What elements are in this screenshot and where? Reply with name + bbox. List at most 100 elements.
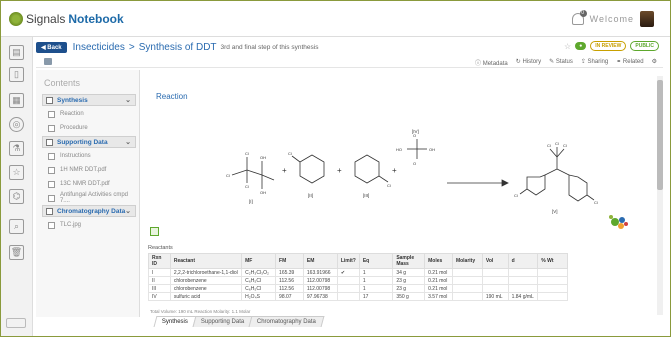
metadata-link[interactable]: ⓘ Metadata <box>475 58 508 67</box>
back-button[interactable]: ◀ Back <box>36 41 67 53</box>
section-supporting-data[interactable]: Supporting Data ⌄ <box>42 136 136 148</box>
pdf-icon <box>48 166 55 174</box>
status-link[interactable]: ✎ Status <box>549 58 573 67</box>
svg-text:OH: OH <box>429 147 435 152</box>
section-chromatography[interactable]: Chromatography Data ⌄ <box>42 205 136 217</box>
toggle-panel-icon[interactable] <box>44 58 52 65</box>
svg-text:Cl: Cl <box>547 143 551 148</box>
chevron-down-icon[interactable]: ⌄ <box>125 207 131 215</box>
reaction-totals: Total Volume: 190 mL Reaction Molarity: … <box>150 309 251 314</box>
item-instructions[interactable]: Instructions <box>48 151 91 161</box>
vertical-scrollbar[interactable] <box>657 76 663 315</box>
related-link[interactable]: ⚭ Related <box>616 58 643 67</box>
col-header[interactable]: MF <box>241 253 277 269</box>
favorite-star-icon[interactable]: ☆ <box>564 42 571 51</box>
svg-text:Cl: Cl <box>514 193 518 198</box>
search-icon[interactable]: ⌕ <box>9 219 24 234</box>
notification-count: 0 <box>579 10 587 17</box>
page-title: Synthesis of DDT <box>138 41 217 53</box>
tab-chromatography-data[interactable]: Chromatography Data <box>248 316 325 327</box>
table-row[interactable]: II chlorobenzene C₆H₅Cl 112.56 112.00798 1 23 … <box>148 276 568 285</box>
col-header[interactable]: Reactant <box>169 253 243 269</box>
section-synthesis[interactable]: Synthesis ⌄ <box>42 94 136 106</box>
breadcrumb-parent[interactable]: Insecticides <box>73 42 125 53</box>
svg-text:OH: OH <box>260 190 266 195</box>
item-procedure[interactable]: Procedure <box>48 123 88 133</box>
item-13c-nmr[interactable]: 13C NMR DDT.pdf <box>48 179 110 189</box>
col-header[interactable]: EM <box>302 253 338 269</box>
review-status-pill[interactable]: IN REVIEW <box>590 41 627 51</box>
table-header-row: Rxn ID Reactant MF FM EM Limit? Eq Sampl… <box>148 253 568 269</box>
structure-search-icon[interactable]: ⌬ <box>9 189 24 204</box>
molecule-cluster-icon[interactable] <box>607 212 631 232</box>
settings-gear-icon[interactable]: ⚙ <box>652 58 657 67</box>
limit-check-icon: ✔ <box>336 268 360 277</box>
chevron-down-icon[interactable]: ⌄ <box>125 96 131 104</box>
flask-icon[interactable]: ⚗ <box>9 141 24 156</box>
home-icon[interactable]: ▤ <box>9 45 24 60</box>
scrollbar-thumb[interactable] <box>657 80 663 190</box>
table-row[interactable]: III chlorobenzene C₆H₅Cl 112.56 112.00798 1 23… <box>148 284 568 293</box>
user-avatar[interactable] <box>640 11 654 27</box>
label-iv: [IV] <box>412 129 419 134</box>
col-header[interactable]: Molarity <box>451 253 483 269</box>
col-header[interactable]: Eq <box>358 253 394 269</box>
item-reaction[interactable]: Reaction <box>48 109 84 119</box>
reaction-scheme[interactable]: ClClCl OHOH ClCl OO HO OH Cl Cl Cl ClCl [I]… <box>212 125 632 245</box>
table-row[interactable]: IV sulfuric acid H₂O₄S 98.07 97.96738 17 350 g… <box>148 292 568 301</box>
svg-text:Cl: Cl <box>245 151 249 156</box>
tool-links: ⓘ Metadata ↻ History ✎ Status ⇪ Sharing … <box>475 58 657 67</box>
section-tabs: Synthesis Supporting Data Chromatography… <box>153 316 325 327</box>
item-tlc[interactable]: TLC.jpg <box>48 220 81 230</box>
trash-icon[interactable]: 🗑 <box>9 245 24 260</box>
collapse-rail-button[interactable] <box>6 318 26 328</box>
item-antifungal[interactable]: Antifungal Activities cmpd 7.... <box>48 192 139 204</box>
reactant-link[interactable]: 2,2,2-trichloroethane-1,1-diol <box>169 268 243 277</box>
favorites-icon[interactable]: ☆ <box>9 165 24 180</box>
left-icon-rail: ▤ ▯ ▦ ◎ ⚗ ☆ ⌬ ⌕ 🗑 <box>1 37 33 336</box>
col-header[interactable]: Sample Mass <box>392 253 426 269</box>
col-header[interactable]: Vol <box>481 253 509 269</box>
reactant-link[interactable]: sulfuric acid <box>169 292 243 301</box>
reactants-table: Rxn ID Reactant MF FM EM Limit? Eq Sampl… <box>148 253 568 301</box>
label-ii: [II] <box>308 193 313 198</box>
main-content: Reaction Cl Cl Cl OH OH Cl Cl O O HO OH … <box>142 70 657 317</box>
col-header[interactable]: Moles <box>424 253 453 269</box>
notification-bell-icon[interactable]: 0 <box>571 10 587 25</box>
expand-grid-icon[interactable] <box>150 227 159 236</box>
item-1h-nmr[interactable]: 1H NMR DDT.pdf <box>48 165 106 175</box>
svg-text:+: + <box>337 166 342 175</box>
col-header[interactable]: Limit? <box>336 253 360 269</box>
col-header[interactable]: d <box>507 253 539 269</box>
chevron-down-icon[interactable]: ⌄ <box>125 138 131 146</box>
lock-status-pill[interactable]: ● <box>575 42 587 50</box>
tab-synthesis[interactable]: Synthesis <box>153 316 197 327</box>
svg-text:Cl: Cl <box>226 173 230 178</box>
contents-title: Contents <box>44 78 81 88</box>
table-row[interactable]: I 2,2,2-trichloroethane-1,1-diol C₂H₃Cl₃O₂… <box>148 268 568 277</box>
status-area: ☆ ● IN REVIEW PUBLIC <box>564 41 659 51</box>
col-header[interactable]: Rxn ID <box>148 253 171 269</box>
tab-supporting-data[interactable]: Supporting Data <box>192 316 253 327</box>
reactants-label: Reactants <box>148 245 173 251</box>
title-bar: ◀ Back Insecticides > Synthesis of DDT 3… <box>36 40 663 54</box>
experiment-icon[interactable]: ▦ <box>9 93 24 108</box>
text-icon <box>48 124 55 132</box>
page-subtitle: 3rd and final step of this synthesis <box>220 43 319 51</box>
brand-logo[interactable]: Signals Notebook <box>9 12 124 26</box>
svg-text:HO: HO <box>396 147 402 152</box>
svg-text:OH: OH <box>260 155 266 160</box>
col-header[interactable]: FM <box>275 253 304 269</box>
sub-toolbar: ⓘ Metadata ↻ History ✎ Status ⇪ Sharing … <box>36 56 663 68</box>
label-v: [V] <box>552 209 558 214</box>
history-link[interactable]: ↻ History <box>516 58 541 67</box>
svg-text:Cl: Cl <box>555 141 559 146</box>
reaction-icon <box>48 110 55 118</box>
pdf-icon <box>48 180 55 188</box>
sharing-link[interactable]: ⇪ Sharing <box>581 58 608 67</box>
svg-text:Cl: Cl <box>387 183 391 188</box>
public-status-pill[interactable]: PUBLIC <box>630 41 659 51</box>
materials-icon[interactable]: ◎ <box>9 117 24 132</box>
col-header[interactable]: % Wt <box>537 253 568 269</box>
notebook-icon[interactable]: ▯ <box>9 67 24 82</box>
